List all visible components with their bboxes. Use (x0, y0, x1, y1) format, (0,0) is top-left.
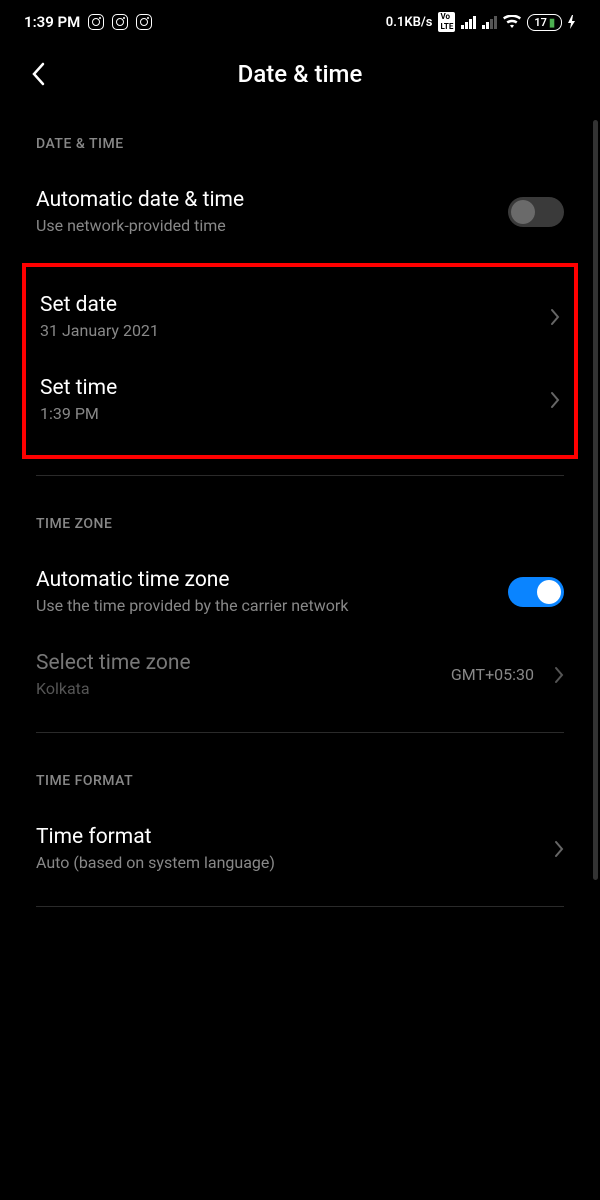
chevron-left-icon (31, 62, 45, 86)
divider (36, 475, 564, 476)
row-text: Time format Auto (based on system langua… (36, 825, 542, 872)
row-auto-timezone[interactable]: Automatic time zone Use the time provide… (36, 550, 564, 633)
auto-timezone-sub: Use the time provided by the carrier net… (36, 596, 508, 615)
row-text: Automatic time zone Use the time provide… (36, 568, 508, 615)
row-text: Select time zone Kolkata (36, 651, 451, 698)
auto-datetime-sub: Use network-provided time (36, 216, 508, 235)
page-header: Date & time (0, 40, 600, 112)
auto-datetime-title: Automatic date & time (36, 188, 508, 212)
time-format-sub: Auto (based on system language) (36, 853, 542, 872)
row-text: Set date 31 January 2021 (40, 293, 538, 340)
section-header-datetime: DATE & TIME (36, 112, 564, 170)
volte-icon: VoLTE (438, 12, 455, 32)
chevron-right-icon (550, 308, 560, 326)
set-time-title: Set time (40, 376, 538, 400)
scrollbar[interactable] (593, 120, 598, 890)
instagram-icon (136, 14, 152, 30)
back-button[interactable] (24, 60, 52, 88)
chevron-right-icon (554, 666, 564, 684)
page-title: Date & time (238, 60, 363, 88)
tz-value: GMT+05:30 (451, 665, 534, 684)
chevron-right-icon (550, 391, 560, 409)
highlight-box: Set date 31 January 2021 Set time 1:39 P… (22, 263, 578, 459)
row-select-timezone: Select time zone Kolkata GMT+05:30 (36, 633, 564, 716)
divider (36, 732, 564, 733)
auto-timezone-title: Automatic time zone (36, 568, 508, 592)
wifi-icon (503, 15, 521, 29)
section-header-format: TIME FORMAT (36, 749, 564, 807)
status-time: 1:39 PM (24, 13, 80, 31)
signal-icon-2 (482, 16, 497, 29)
row-set-time[interactable]: Set time 1:39 PM (40, 358, 560, 441)
instagram-icon (88, 14, 104, 30)
set-date-sub: 31 January 2021 (40, 321, 538, 340)
status-bar: 1:39 PM 0.1KB/s VoLTE 17▮ (0, 0, 600, 40)
auto-timezone-toggle[interactable] (508, 577, 564, 607)
data-rate: 0.1KB/s (386, 15, 433, 30)
set-date-title: Set date (40, 293, 538, 317)
status-right: 0.1KB/s VoLTE 17▮ (386, 12, 576, 32)
battery-fill-icon: ▮ (549, 16, 555, 29)
instagram-icon (112, 14, 128, 30)
row-right: GMT+05:30 (451, 665, 564, 684)
charging-icon (568, 15, 576, 29)
divider (36, 906, 564, 907)
content: DATE & TIME Automatic date & time Use ne… (0, 112, 600, 907)
section-header-timezone: TIME ZONE (36, 492, 564, 550)
battery-icon: 17▮ (527, 14, 562, 31)
auto-datetime-toggle[interactable] (508, 197, 564, 227)
status-left: 1:39 PM (24, 13, 152, 31)
select-tz-title: Select time zone (36, 651, 451, 675)
signal-icon (461, 16, 476, 29)
scrollbar-thumb[interactable] (593, 120, 598, 880)
time-format-title: Time format (36, 825, 542, 849)
row-auto-datetime[interactable]: Automatic date & time Use network-provid… (36, 170, 564, 253)
row-time-format[interactable]: Time format Auto (based on system langua… (36, 807, 564, 890)
row-text: Automatic date & time Use network-provid… (36, 188, 508, 235)
select-tz-sub: Kolkata (36, 679, 451, 698)
set-time-sub: 1:39 PM (40, 404, 538, 423)
chevron-right-icon (554, 840, 564, 858)
row-text: Set time 1:39 PM (40, 376, 538, 423)
row-set-date[interactable]: Set date 31 January 2021 (40, 275, 560, 358)
